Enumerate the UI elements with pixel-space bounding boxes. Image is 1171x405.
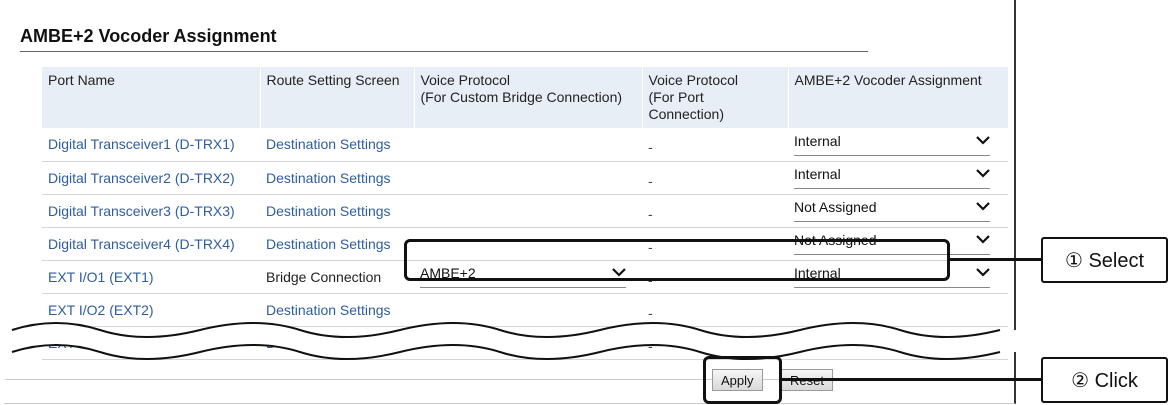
chevron-down-icon: [976, 202, 990, 211]
route-setting-link[interactable]: Destination Settings: [260, 128, 414, 162]
click-connector: [782, 378, 1042, 381]
chevron-down-icon: [976, 135, 990, 145]
vocoder-assignment-select[interactable]: Internal: [794, 133, 990, 156]
header-port-name: Port Name: [42, 67, 261, 128]
vocoder-assignment-select[interactable]: Internal: [794, 166, 990, 189]
selected-value: Not Assigned: [794, 199, 877, 215]
header-route-setting-screen: Route Setting Screen: [260, 67, 415, 128]
select-callout-label: ① Select: [1041, 237, 1168, 283]
selected-value: Internal: [794, 132, 841, 149]
voice-protocol-port-cell: -: [642, 194, 788, 228]
voice-protocol-custom-cell: [414, 194, 642, 228]
selected-value: Internal: [794, 166, 841, 182]
click-callout-label: ② Click: [1041, 357, 1168, 403]
voice-protocol-custom-cell: [414, 128, 642, 162]
select-connector: [950, 258, 1042, 261]
route-setting-text: Bridge Connection: [260, 260, 414, 294]
header-voice-protocol-custom: Voice Protocol (For Custom Bridge Connect…: [414, 67, 643, 128]
vocoder-assignment-table: Port Name Route Setting Screen Voice Pro…: [42, 67, 1009, 360]
route-setting-link[interactable]: Destination Settings: [260, 194, 414, 228]
chevron-down-icon: [976, 268, 990, 277]
route-setting-link[interactable]: Destination Settings: [260, 227, 414, 261]
header-vocoder-assignment: AMBE+2 Vocoder Assignment: [788, 67, 1009, 128]
vocoder-assignment-cell: Internal: [788, 128, 1008, 162]
header-voice-protocol-port: Voice Protocol (For Port Connection): [642, 67, 789, 128]
port-name-link[interactable]: Digital Transceiver1 (D-TRX1): [42, 128, 260, 162]
chevron-down-icon: [976, 169, 990, 178]
voice-protocol-port-cell: -: [642, 161, 788, 195]
vocoder-assignment-cell: Internal: [788, 161, 1008, 195]
table-row: Digital Transceiver2 (D-TRX2) Destinatio…: [42, 161, 1008, 195]
section-title: AMBE+2 Vocoder Assignment: [20, 26, 277, 46]
port-name-link[interactable]: Digital Transceiver4 (D-TRX4): [42, 227, 260, 261]
table-row: Digital Transceiver3 (D-TRX3) Destinatio…: [42, 194, 1008, 228]
apply-highlight: [703, 356, 782, 404]
voice-protocol-custom-cell: [414, 161, 642, 195]
table-row: Digital Transceiver1 (D-TRX1) Destinatio…: [42, 128, 1008, 162]
port-name-link[interactable]: Digital Transceiver3 (D-TRX3): [42, 194, 260, 228]
vocoder-assignment-select[interactable]: Not Assigned: [794, 199, 990, 222]
select-highlight: [404, 239, 950, 281]
table-header-row: Port Name Route Setting Screen Voice Pro…: [42, 67, 1009, 128]
chevron-down-icon: [976, 235, 990, 244]
page-break-wave: [0, 322, 1016, 360]
route-setting-link[interactable]: Destination Settings: [260, 161, 414, 195]
title-divider: [20, 51, 868, 52]
port-name-link[interactable]: Digital Transceiver2 (D-TRX2): [42, 161, 260, 195]
vocoder-assignment-cell: Not Assigned: [788, 194, 1008, 228]
port-name-link[interactable]: EXT I/O1 (EXT1): [42, 260, 260, 294]
voice-protocol-port-cell: -: [642, 128, 788, 162]
